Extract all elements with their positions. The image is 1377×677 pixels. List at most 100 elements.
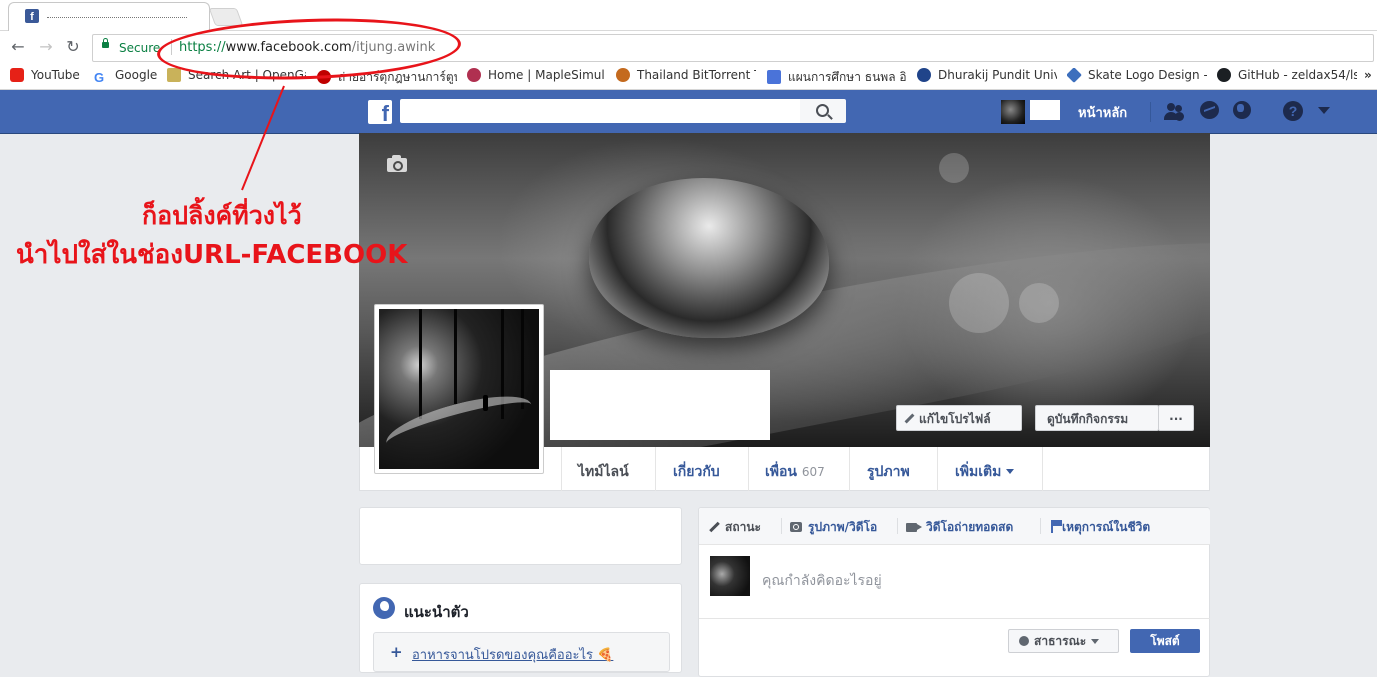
tree-silhouette	[454, 309, 457, 404]
maplesimulator-icon	[467, 68, 481, 82]
tree-silhouette	[419, 309, 422, 419]
nav-divider	[561, 447, 562, 491]
dpu-icon	[917, 68, 931, 82]
chevron-down-icon	[1091, 639, 1100, 644]
profile-name-redacted	[550, 370, 770, 440]
bookmark-thailand-bittorrent[interactable]: Thailand BitTorrent Tr	[616, 68, 756, 84]
composer-tab-life-event[interactable]: เหตุการณ์ในชีวิต	[1051, 518, 1150, 537]
public-globe-icon	[1019, 636, 1029, 646]
bittorrent-icon	[616, 68, 630, 82]
help-icon[interactable]: ?	[1283, 101, 1303, 121]
composer-tab-life-label: เหตุการณ์ในชีวิต	[1062, 520, 1151, 534]
more-options-button[interactable]: ···	[1158, 405, 1194, 431]
composer-input[interactable]: คุณกำลังคิดอะไรอยู่	[762, 570, 882, 592]
composer-tabs: สถานะ รูปภาพ/วิดีโอ วิดีโอถ่ายทอดสด เหตุ…	[699, 508, 1210, 545]
bookmark-label: Home | MapleSimulat	[488, 68, 605, 82]
bookmark-maplesimulator[interactable]: Home | MapleSimulat	[467, 68, 605, 84]
more-bookmarks-icon[interactable]: »	[1364, 68, 1377, 84]
tab-about[interactable]: เกี่ยวกับ	[673, 461, 720, 483]
bookmark-study-plan[interactable]: แผนการศึกษา ธนพล อิษ	[767, 68, 906, 84]
bookmark-github[interactable]: GitHub - zeldax54/lsc	[1217, 68, 1357, 84]
live-video-icon	[906, 523, 917, 532]
edit-profile-button[interactable]: แก้ไขโปรไฟล์	[896, 405, 1022, 431]
privacy-selector[interactable]: สาธารณะ	[1008, 629, 1119, 653]
tab-title-redacted	[47, 9, 187, 18]
friends-count: 607	[801, 465, 825, 479]
composer-tab-divider	[781, 518, 782, 534]
bookmark-label: Google	[115, 68, 158, 82]
composer-tab-divider	[897, 518, 898, 534]
bookmark-label: GitHub - zeldax54/lsc	[1238, 68, 1357, 82]
composer-avatar	[710, 556, 750, 596]
tree-silhouette	[521, 309, 524, 409]
tab-friends[interactable]: เพื่อน 607	[765, 461, 825, 483]
post-button[interactable]: โพสต์	[1130, 629, 1200, 653]
composer-tab-live-label: วิดีโอถ่ายทอดสด	[926, 520, 1014, 534]
github-icon	[1217, 68, 1231, 82]
composer-tab-divider	[1040, 518, 1041, 534]
cover-bokeh	[949, 273, 1009, 333]
composer-divider	[699, 618, 1210, 619]
flag-icon	[1051, 520, 1062, 533]
browser-tab-facebook[interactable]: f	[8, 2, 210, 31]
pencil-icon	[904, 413, 915, 424]
friend-requests-icon[interactable]	[1163, 101, 1185, 123]
facebook-logo-icon[interactable]: f	[368, 100, 392, 124]
tab-photos[interactable]: รูปภาพ	[867, 461, 910, 483]
lock-icon	[102, 38, 109, 48]
composer-tab-status[interactable]: สถานะ	[707, 518, 761, 537]
browser-tabstrip: f	[0, 0, 1377, 31]
new-tab-button[interactable]	[208, 8, 244, 26]
home-link[interactable]: หน้าหลัก	[1078, 102, 1127, 123]
path-light	[381, 385, 537, 463]
post-composer: สถานะ รูปภาพ/วิดีโอ วิดีโอถ่ายทอดสด เหตุ…	[698, 507, 1210, 677]
google-docs-icon	[767, 70, 781, 84]
bookmark-label: Skate Logo Design -	[1088, 68, 1207, 82]
tab-more[interactable]: เพิ่มเติม	[955, 461, 1015, 483]
person-silhouette	[483, 395, 488, 411]
composer-tab-live-video[interactable]: วิดีโอถ่ายทอดสด	[906, 518, 1013, 537]
forward-arrow-icon[interactable]: →	[37, 38, 55, 56]
reload-icon[interactable]: ↻	[64, 38, 82, 56]
bookmark-youtube[interactable]: YouTube	[10, 68, 84, 84]
photo-camera-icon	[790, 522, 802, 532]
skate-logo-icon	[1067, 68, 1082, 83]
intro-favorite-food-prompt[interactable]: + อาหารจานโปรดของคุณคืออะไร 🍕	[373, 632, 670, 672]
nav-divider	[748, 447, 749, 491]
bookmark-skate-logo[interactable]: Skate Logo Design -	[1067, 68, 1207, 84]
pencil-icon	[709, 521, 720, 533]
notifications-globe-icon[interactable]	[1233, 101, 1251, 119]
nav-divider	[655, 447, 656, 491]
messenger-icon[interactable]	[1200, 101, 1219, 119]
back-arrow-icon[interactable]: ←	[9, 38, 27, 56]
bookmark-dhurakij[interactable]: Dhurakij Pundit Unive	[917, 68, 1057, 84]
chevron-down-icon	[1006, 469, 1015, 474]
topbar-divider	[1150, 102, 1151, 122]
facebook-logo-letter: f	[381, 101, 389, 124]
tab-friends-label: เพื่อน	[765, 464, 797, 480]
activity-log-button[interactable]: ดูบันทึกกิจกรรม	[1035, 405, 1159, 431]
left-empty-card	[359, 507, 682, 565]
facebook-search-button[interactable]	[800, 99, 846, 123]
cover-water-drop	[589, 178, 829, 338]
profile-picture[interactable]	[374, 304, 544, 474]
account-menu-caret-icon[interactable]	[1318, 107, 1330, 114]
bookmark-google[interactable]: G Google	[94, 68, 158, 84]
annotation-text-line1: ก็อปลิ้งค์ที่วงไว้	[142, 201, 302, 230]
user-name-redacted[interactable]	[1030, 100, 1060, 120]
user-avatar[interactable]	[1001, 100, 1025, 124]
composer-tab-photo-label: รูปภาพ/วิดีโอ	[808, 520, 878, 534]
google-icon: G	[94, 70, 105, 84]
tab-timeline[interactable]: ไทม์ไลน์	[578, 461, 629, 483]
facebook-search-input[interactable]	[400, 99, 800, 123]
nav-divider	[1042, 447, 1043, 491]
intro-title: แนะนำตัว	[404, 603, 469, 621]
composer-tab-photo-video[interactable]: รูปภาพ/วิดีโอ	[790, 518, 877, 537]
facebook-top-bar: f หน้าหลัก ?	[0, 90, 1377, 134]
bookmark-label: แผนการศึกษา ธนพล อิษ	[788, 70, 906, 84]
profile-picture-image	[379, 309, 539, 469]
search-icon	[816, 104, 829, 117]
camera-icon[interactable]	[387, 155, 407, 172]
bookmark-label: Thailand BitTorrent Tr	[637, 68, 756, 82]
cover-bokeh	[939, 153, 969, 183]
